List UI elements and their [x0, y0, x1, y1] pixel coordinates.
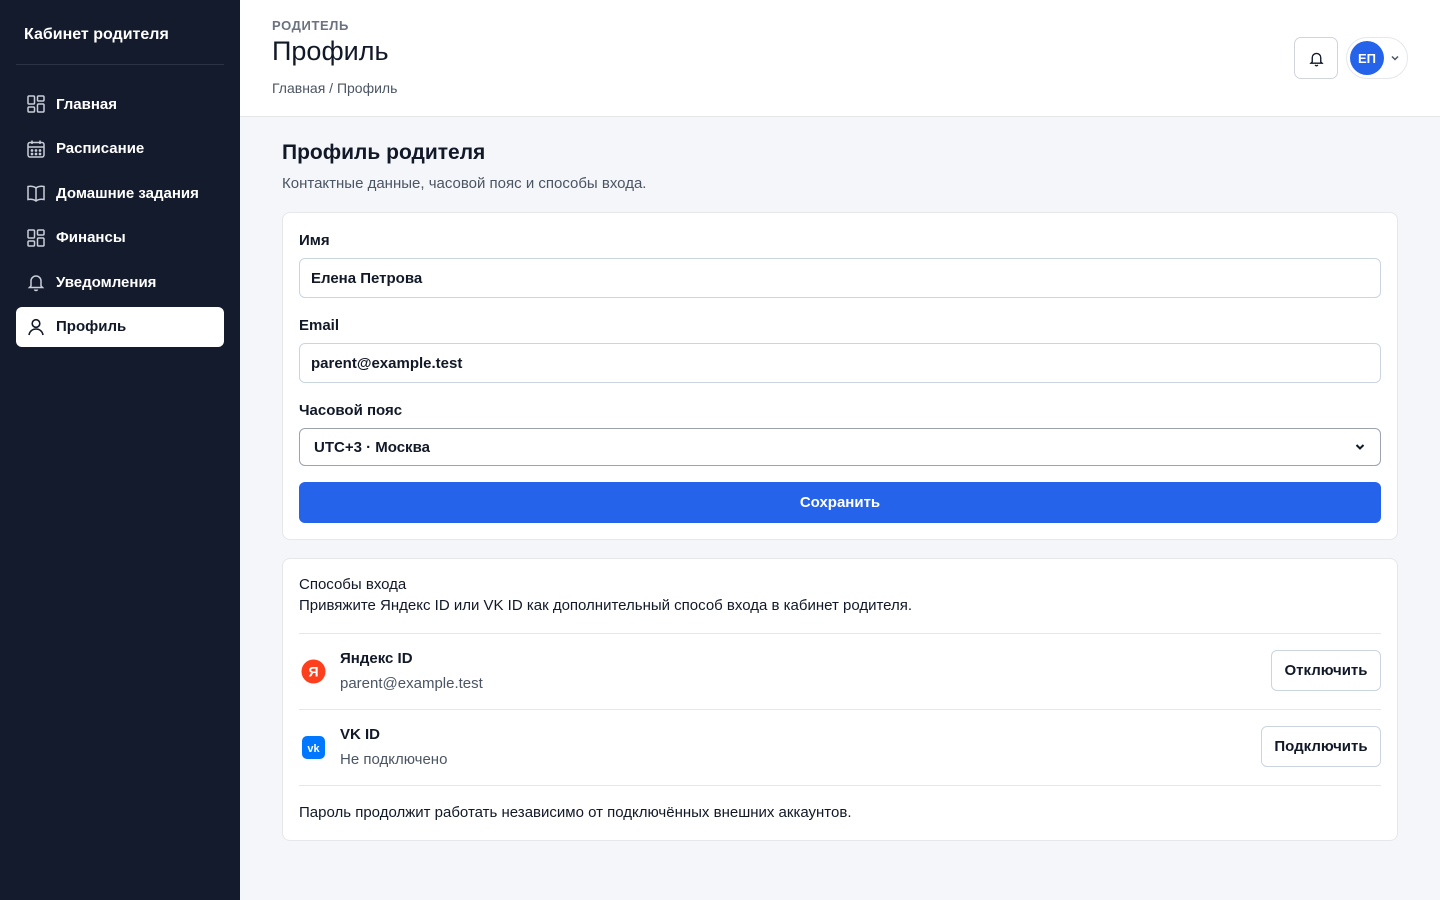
save-button[interactable]: Сохранить: [299, 482, 1381, 523]
login-methods-title: Способы входа: [299, 576, 407, 593]
sidebar-item-label: Уведомления: [56, 273, 157, 291]
grid-icon: [26, 228, 46, 248]
login-methods-description: Привяжите Яндекс ID или VK ID как дополн…: [299, 597, 913, 614]
grid-icon: [26, 94, 46, 114]
user-menu-button[interactable]: ЕП: [1346, 37, 1408, 79]
name-input[interactable]: [299, 258, 1381, 298]
sidebar-nav: Главная Расписание Домашние задания Фина…: [16, 84, 224, 347]
password-footnote: Пароль продолжит работать независимо от …: [299, 804, 852, 821]
svg-text:vk: vk: [307, 743, 320, 755]
sidebar-item-label: Финансы: [56, 229, 126, 247]
timezone-select[interactable]: UTC+3 · Москва: [299, 428, 1381, 466]
divider: [299, 709, 1381, 710]
sidebar-item-finance[interactable]: Финансы: [16, 218, 224, 259]
timezone-value: UTC+3 · Москва: [314, 438, 430, 456]
connect-vk-button[interactable]: Подключить: [1261, 726, 1381, 767]
yandex-icon: Я: [301, 659, 326, 684]
provider-status-yandex: parent@example.test: [340, 675, 483, 692]
disconnect-yandex-button[interactable]: Отключить: [1271, 650, 1381, 691]
sidebar-item-label: Расписание: [56, 140, 145, 158]
avatar: ЕП: [1350, 41, 1384, 75]
sidebar-item-profile[interactable]: Профиль: [16, 306, 224, 347]
vk-icon: vk: [301, 735, 326, 760]
sidebar: Кабинет родителя Главная Расписание Дома…: [0, 0, 240, 900]
divider: [299, 633, 1381, 634]
sidebar-item-notifications[interactable]: Уведомления: [16, 262, 224, 303]
provider-status-vk: Не подключено: [340, 751, 448, 768]
brand-title: Кабинет родителя: [16, 0, 224, 65]
provider-name-vk: VK ID: [340, 726, 381, 743]
svg-text:Я: Я: [308, 664, 318, 680]
chevron-down-icon: [1355, 444, 1365, 450]
role-eyebrow: РОДИТЕЛЬ: [272, 18, 349, 33]
calendar-icon: [26, 139, 46, 159]
section-title: Профиль родителя: [282, 141, 486, 164]
section-subtitle: Контактные данные, часовой пояс и способ…: [282, 175, 647, 192]
chevron-down-icon: [1391, 55, 1399, 61]
email-input[interactable]: [299, 343, 1381, 383]
name-label: Имя: [299, 232, 330, 249]
notifications-button[interactable]: [1294, 37, 1338, 79]
bell-icon: [26, 272, 46, 292]
sidebar-item-label: Профиль: [56, 318, 127, 336]
sidebar-item-schedule[interactable]: Расписание: [16, 129, 224, 170]
sidebar-item-label: Домашние задания: [56, 184, 199, 202]
page-header: РОДИТЕЛЬ Профиль Главная / Профиль ЕП: [240, 0, 1440, 117]
email-label: Email: [299, 317, 340, 334]
book-icon: [26, 183, 46, 203]
login-methods-card: Способы входа Привяжите Яндекс ID или VK…: [282, 558, 1398, 841]
bell-icon: [1308, 52, 1324, 66]
timezone-label: Часовой пояс: [299, 402, 403, 419]
profile-form-card: Имя Email Часовой пояс UTC+3 · Москва Со…: [282, 212, 1398, 540]
sidebar-item-label: Главная: [56, 95, 118, 113]
page-title: Профиль: [272, 36, 389, 66]
user-icon: [26, 317, 46, 337]
provider-name-yandex: Яндекс ID: [340, 650, 413, 667]
divider: [299, 785, 1381, 786]
breadcrumb[interactable]: Главная / Профиль: [272, 80, 397, 96]
sidebar-item-homework[interactable]: Домашние задания: [16, 173, 224, 214]
sidebar-item-home[interactable]: Главная: [16, 84, 224, 125]
